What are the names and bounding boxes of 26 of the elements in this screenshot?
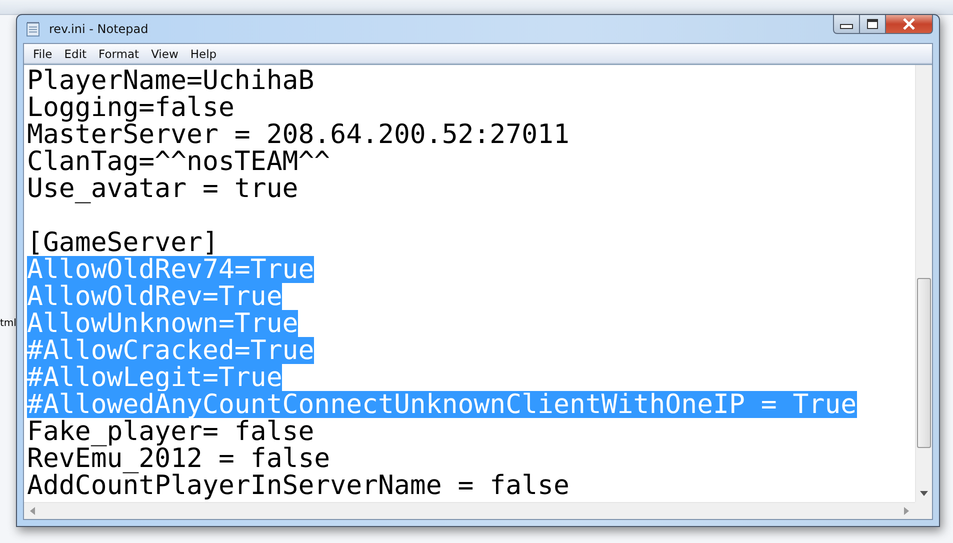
file-name-text: tml bbox=[0, 318, 16, 329]
close-button[interactable] bbox=[886, 15, 933, 34]
minimize-button[interactable] bbox=[833, 15, 860, 34]
maximize-button[interactable] bbox=[860, 15, 886, 34]
text-line: AddCountPlayerInServerName = false bbox=[27, 472, 570, 499]
menu-item[interactable]: Edit bbox=[58, 46, 93, 60]
scroll-right-icon[interactable] bbox=[904, 507, 909, 515]
text-line: PlayerName=UchihaB bbox=[27, 67, 314, 94]
menu-item[interactable]: Format bbox=[92, 46, 146, 60]
close-icon bbox=[902, 18, 916, 30]
text-line: ClanTag=^^nosTEAM^^ bbox=[27, 148, 330, 175]
scrollbar-thumb[interactable] bbox=[917, 278, 931, 448]
text-line: Use_avatar = true bbox=[27, 175, 298, 202]
scroll-left-icon[interactable] bbox=[30, 507, 35, 515]
window-title: rev.ini - Notepad bbox=[49, 22, 148, 36]
notepad-icon bbox=[25, 21, 41, 37]
vertical-scrollbar[interactable] bbox=[915, 65, 932, 502]
text-line: Logging=false bbox=[27, 94, 234, 121]
menu-item[interactable]: File bbox=[27, 46, 58, 60]
scroll-down-icon[interactable] bbox=[920, 491, 928, 496]
menu-item[interactable]: Help bbox=[184, 46, 223, 60]
text-line: RevEmu_2012 = false bbox=[27, 445, 330, 472]
text-line: MasterServer = 208.64.200.52:27011 bbox=[27, 121, 570, 148]
menu-item[interactable]: View bbox=[145, 46, 184, 60]
text-line: Fake_player= false bbox=[27, 418, 314, 445]
text-line: [GameServer] bbox=[27, 229, 218, 256]
